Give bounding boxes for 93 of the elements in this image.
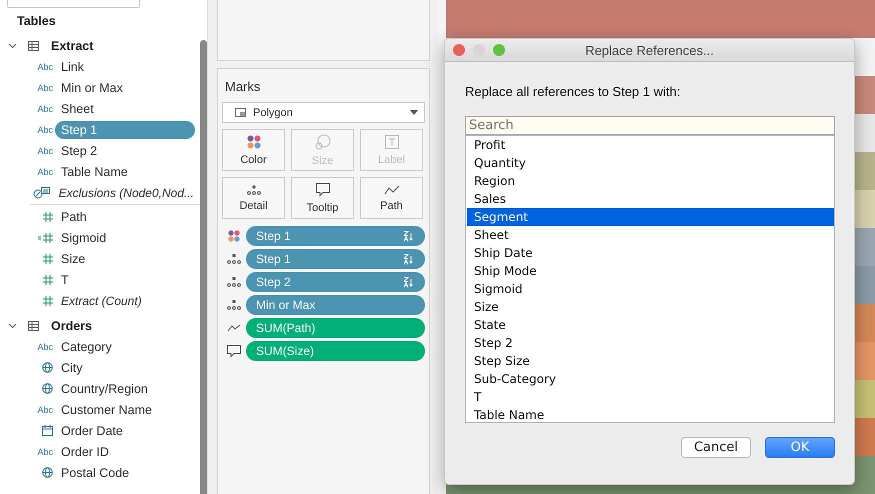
field-item[interactable]: Path — [55, 208, 93, 226]
hash-icon — [43, 296, 53, 306]
field-item[interactable]: Customer Name — [55, 400, 158, 418]
path-line-icon — [227, 324, 241, 332]
dropdown-arrow-icon — [410, 110, 418, 115]
path-line-icon — [384, 184, 400, 194]
close-button[interactable] — [453, 44, 465, 56]
tables-heading: Tables — [16, 13, 57, 30]
mark-card-button[interactable]: Detail — [222, 177, 285, 219]
table-name[interactable]: Orders — [51, 318, 92, 332]
pill-label: SUM(Size) — [256, 344, 314, 358]
detail-dots-icon — [227, 277, 241, 287]
list-item[interactable]: T — [467, 388, 834, 406]
list-item[interactable]: Sub-Category — [467, 370, 834, 388]
abc-icon: Abc — [37, 166, 53, 176]
mark-card-button[interactable]: Tooltip — [291, 177, 354, 219]
mark-type-dropdown[interactable]: Polygon — [222, 102, 425, 123]
list-item[interactable]: Region — [467, 172, 834, 190]
field-item[interactable]: Extract (Count) — [55, 292, 148, 310]
pill-label: Min or Max — [256, 298, 316, 312]
field-item[interactable]: Order ID — [55, 442, 115, 460]
speech-bubble-icon — [316, 182, 330, 196]
table-name[interactable]: Extract — [51, 38, 94, 52]
calc-hash-icon — [38, 232, 53, 242]
color-dots-icon — [246, 134, 260, 148]
chevron-icon[interactable] — [8, 42, 17, 48]
field-item[interactable]: Sheet — [55, 100, 100, 118]
abc-icon: Abc — [37, 104, 53, 114]
pill-label: Step 1 — [256, 252, 291, 266]
field-item[interactable]: Table Name — [55, 162, 134, 180]
globe-icon — [42, 362, 53, 373]
list-item[interactable]: Ship Date — [467, 244, 834, 262]
calendar-icon — [42, 425, 53, 436]
list-item[interactable]: Segment — [467, 208, 834, 226]
list-item[interactable]: Profit — [467, 136, 834, 154]
abc-icon: Abc — [37, 82, 53, 92]
field-item[interactable]: Min or Max — [55, 78, 129, 96]
abc-icon: Abc — [37, 446, 53, 456]
mark-card-button[interactable]: Color — [222, 129, 285, 171]
color-dots-icon — [228, 230, 240, 242]
label-t-icon — [384, 134, 398, 148]
pill-label: Step 2 — [256, 275, 291, 289]
dialog-prompt: Replace all references to Step 1 with: — [465, 84, 682, 99]
field-item[interactable]: Size — [55, 250, 92, 268]
list-item[interactable]: Size — [467, 298, 834, 316]
chevron-icon[interactable] — [8, 322, 17, 328]
abc-icon: Abc — [37, 124, 53, 134]
field-item[interactable]: Step 2 — [55, 142, 104, 160]
speech-bubble-icon — [227, 344, 241, 358]
field-item[interactable]: Category — [55, 338, 118, 356]
polygon-icon — [235, 108, 246, 117]
hash-icon — [43, 274, 53, 284]
mark-card-button[interactable]: Path — [360, 177, 423, 219]
list-item[interactable]: Step Size — [467, 352, 834, 370]
scrollbar[interactable] — [200, 40, 207, 494]
hash-icon — [43, 212, 53, 222]
globe-icon — [42, 467, 53, 478]
abc-icon: Abc — [37, 404, 53, 414]
pill-label: SUM(Path) — [256, 321, 316, 335]
list-item[interactable]: Sheet — [467, 226, 834, 244]
field-item[interactable]: Country/Region — [55, 380, 154, 398]
field-item[interactable]: Exclusions (Node0,Nod... — [52, 184, 200, 202]
field-item[interactable]: Link — [55, 58, 90, 76]
list-item[interactable]: Table Name — [467, 406, 834, 422]
search-field[interactable]: Search — [465, 116, 835, 135]
list-item[interactable]: Sales — [467, 190, 834, 208]
zoom-button[interactable] — [493, 44, 505, 56]
table-icon — [28, 320, 39, 330]
marks-title: Marks — [224, 78, 262, 96]
field-item[interactable]: Order Date — [55, 422, 129, 440]
dialog-title: Replace References... — [585, 42, 714, 58]
size-circles-icon — [314, 134, 330, 150]
list-item[interactable]: State — [467, 316, 834, 334]
pill-label: Step 1 — [256, 229, 291, 243]
table-icon — [28, 40, 39, 50]
detail-dots-icon — [227, 254, 241, 264]
detail-dots-icon — [227, 300, 241, 310]
list-item[interactable]: Quantity — [467, 154, 834, 172]
list-item[interactable]: Sigmoid — [467, 280, 834, 298]
globe-icon — [42, 383, 53, 394]
field-item[interactable]: City — [55, 358, 89, 376]
field-item[interactable]: T — [55, 270, 75, 288]
set-icon — [32, 186, 51, 198]
list-item[interactable]: Ship Mode — [467, 262, 834, 280]
abc-icon: Abc — [37, 342, 53, 352]
abc-icon: Abc — [37, 62, 53, 72]
list-item[interactable]: Step 2 — [467, 334, 834, 352]
field-item[interactable]: Postal Code — [55, 464, 136, 482]
cancel-button[interactable]: Cancel — [681, 437, 751, 458]
hash-icon — [43, 254, 53, 264]
detail-dots-icon — [246, 184, 260, 194]
field-item[interactable]: Sigmoid — [55, 228, 112, 246]
abc-icon: Abc — [37, 146, 53, 156]
